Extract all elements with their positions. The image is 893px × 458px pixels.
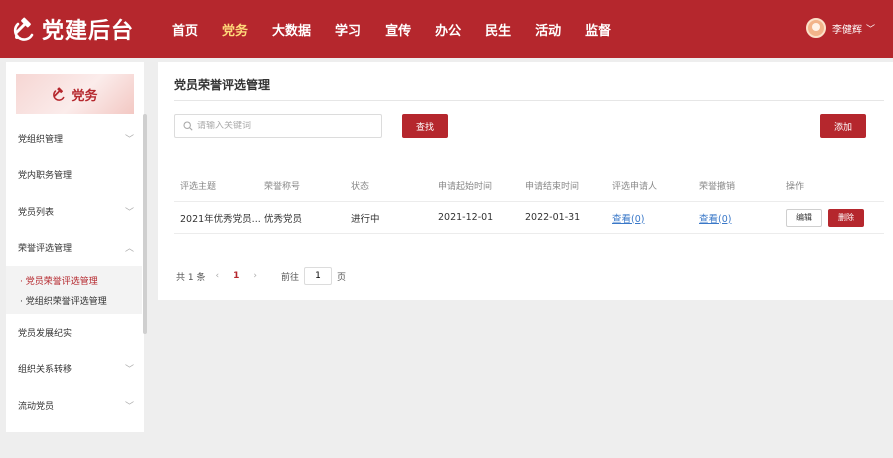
column-header: 申请起始时间 [438,182,493,192]
sidebar-item-label: 党组织管理 [18,134,64,145]
sidebar-banner-label: 党务 [71,88,98,104]
goto-label: 前往 [280,272,299,283]
edit-button[interactable]: 编辑 [786,208,822,227]
search-box[interactable] [174,114,382,138]
sidebar-item-position-management[interactable]: 党内职务管理 [6,157,144,194]
nav-item-big-data[interactable]: 大数据 [272,20,311,39]
delete-button[interactable]: 删除 [828,208,864,227]
sidebar-item-honor-selection[interactable]: 荣誉评选管理 ︿ [6,230,144,267]
column-header: 评选主题 [180,182,217,192]
hammer-sickle-icon [13,17,34,41]
sidebar-submenu: · 党员荣誉评选管理 · 党组织荣誉评选管理 [6,266,142,314]
table-row: 2021年优秀党员... 优秀党员 进行中 2021-12-01 2022-01… [174,202,884,234]
search-icon [183,121,193,131]
cell-end-date: 2022-01-31 [525,212,581,223]
pagination-total: 共 1 条 [176,272,206,283]
add-button[interactable]: 添加 [820,114,866,138]
sidebar-scrollbar[interactable] [143,114,147,334]
chevron-down-icon: ﹀ [124,207,134,218]
nav-item-party-affairs[interactable]: 党务 [222,20,248,39]
pagination: 共 1 条 ‹ 1 › 前往 页 [176,267,346,285]
avatar [805,18,826,38]
sidebar-item-mobile-members[interactable]: 流动党员 ﹀ [6,387,144,424]
table-header: 评选主题 荣誉称号 状态 申请起始时间 申请结束时间 评选申请人 荣誉撤销 操作 [174,170,884,202]
nav-item-publicity[interactable]: 宣传 [385,20,411,39]
nav-item-study[interactable]: 学习 [335,20,361,39]
sidebar-subitem-org-honor[interactable]: · 党组织荣誉评选管理 [6,290,142,310]
sidebar-item-label: 荣誉评选管理 [18,244,73,255]
user-name: 李健辉 [831,24,862,36]
sidebar-item-label: 党员列表 [18,207,55,218]
sidebar-subitem-member-honor[interactable]: · 党员荣誉评选管理 [6,270,142,290]
nav-item-home[interactable]: 首页 [172,20,198,39]
nav-item-activities[interactable]: 活动 [535,20,561,39]
sidebar-item-label: 流动党员 [18,401,55,412]
sidebar-item-development-record[interactable]: 党员发展纪实 [6,314,144,351]
app-title: 党建后台 [42,19,135,44]
nav-item-office[interactable]: 办公 [435,20,461,39]
prev-page-icon[interactable]: ‹ [215,271,219,281]
user-menu[interactable]: 李健辉 ﹀ [805,18,875,38]
page-title: 党员荣誉评选管理 [174,78,271,92]
sidebar: 党务 党组织管理 ﹀ 党内职务管理 党员列表 ﹀ 荣誉评选管理 ︿ · 党员荣誉… [6,62,147,432]
column-header: 荣誉称号 [264,182,301,192]
cell-theme: 2021年优秀党员... [180,213,261,225]
column-header: 状态 [351,182,370,192]
page-number[interactable]: 1 [233,271,239,281]
search-input[interactable] [197,121,367,131]
divider [174,100,884,101]
sidebar-item-label: 党内职务管理 [18,171,73,182]
chevron-down-icon: ﹀ [124,365,134,376]
nav-item-supervision[interactable]: 监督 [585,20,611,39]
column-header: 操作 [786,182,805,192]
cell-honor: 优秀党员 [264,213,303,225]
chevron-up-icon: ︿ [124,244,134,255]
cell-start-date: 2021-12-01 [438,212,494,223]
nav-item-livelihood[interactable]: 民生 [485,20,511,39]
chevron-down-icon: ﹀ [124,401,134,412]
main-nav: 首页 党务 大数据 学习 宣传 办公 民生 活动 监督 [160,0,623,58]
sidebar-item-label: 党员发展纪实 [18,328,73,339]
chevron-down-icon: ﹀ [124,134,134,145]
hammer-sickle-icon [53,87,65,101]
column-header: 荣誉撤销 [699,182,736,192]
search-button[interactable]: 查找 [402,114,448,138]
logo[interactable]: 党建后台 [12,12,134,46]
cell-status: 进行中 [351,213,380,225]
sidebar-item-relation-transfer[interactable]: 组织关系转移 ﹀ [6,351,144,388]
next-page-icon[interactable]: › [253,271,257,281]
sidebar-banner: 党务 [16,74,134,114]
view-applicants-link[interactable]: 查看(0) [612,214,644,225]
main-panel: 党员荣誉评选管理 查找 添加 评选主题 荣誉称号 状态 申请起始时间 申请结束时… [158,62,893,300]
honor-table: 评选主题 荣誉称号 状态 申请起始时间 申请结束时间 评选申请人 荣誉撤销 操作… [174,170,884,234]
column-header: 评选申请人 [612,182,658,192]
sidebar-item-org-management[interactable]: 党组织管理 ﹀ [6,120,144,157]
view-revoke-link[interactable]: 查看(0) [699,214,731,225]
top-bar: 党建后台 首页 党务 大数据 学习 宣传 办公 民生 活动 监督 李健辉 ﹀ [0,0,893,58]
column-header: 申请结束时间 [525,182,580,192]
sidebar-item-member-list[interactable]: 党员列表 ﹀ [6,193,144,230]
chevron-down-icon: ﹀ [865,24,875,35]
goto-page-input[interactable] [303,267,332,285]
page-suffix: 页 [336,272,346,283]
sidebar-item-label: 组织关系转移 [18,365,73,376]
